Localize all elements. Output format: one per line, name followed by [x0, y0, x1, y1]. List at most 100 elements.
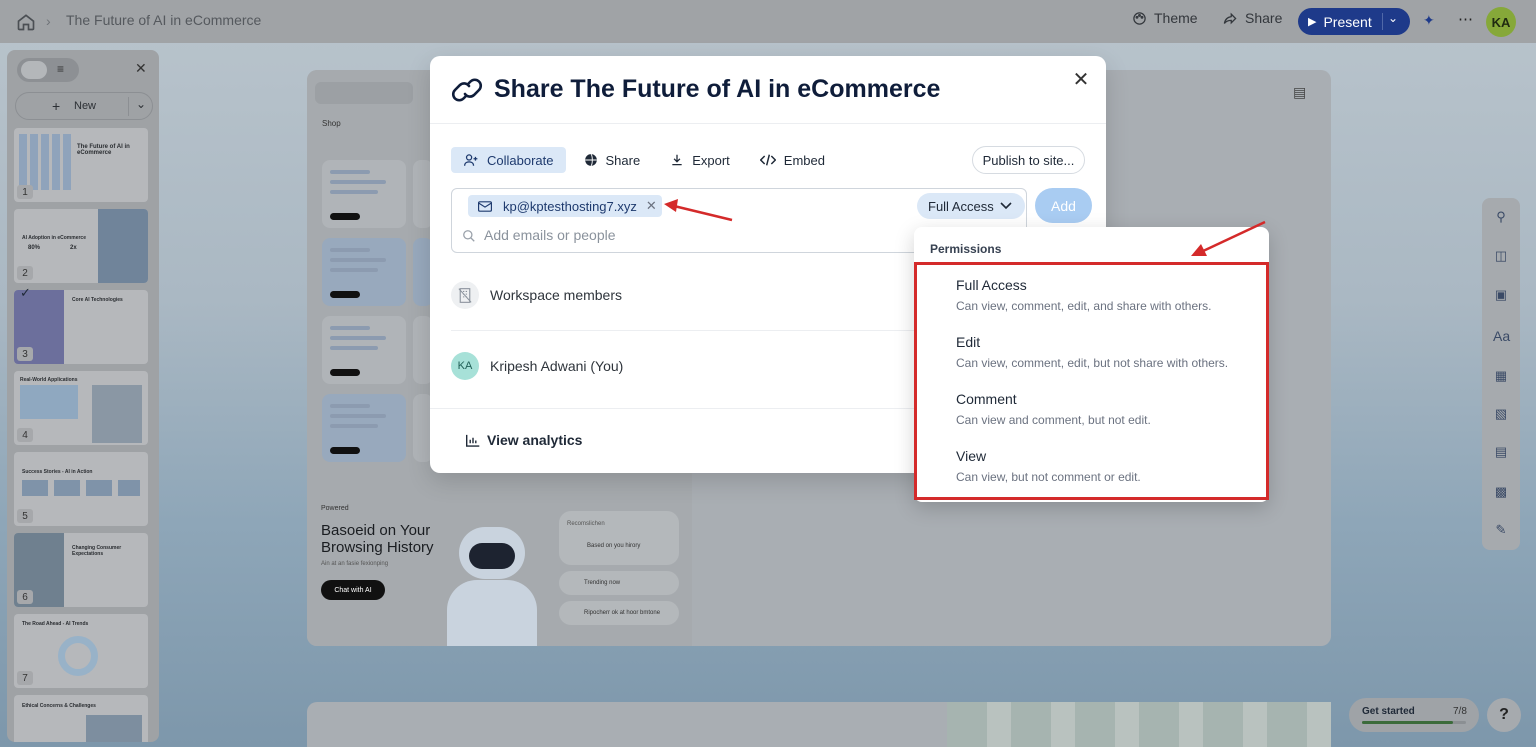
share-button[interactable]: Share	[1222, 10, 1282, 26]
chevron-down-icon[interactable]: ⌄	[1388, 11, 1398, 25]
share-label: Share	[1245, 10, 1283, 26]
view-analytics-link[interactable]: View analytics	[466, 432, 582, 448]
slide-thumbnail[interactable]: Changing Consumer Expectations 6	[14, 533, 148, 607]
present-label: Present	[1323, 13, 1372, 30]
slide-image	[19, 134, 71, 190]
mail-icon	[478, 200, 492, 212]
close-sidebar-icon[interactable]: ✕	[135, 60, 147, 77]
slide-thumbnail[interactable]: Ethical Concerns & Challenges	[14, 695, 148, 742]
chat-label: Chat with AI	[334, 586, 372, 594]
slide-list-block	[20, 385, 78, 419]
globe-icon	[584, 153, 597, 167]
tab-label: Share	[605, 152, 641, 168]
layout-icon[interactable]: ▣	[1493, 287, 1509, 303]
edit-icon[interactable]: ✎	[1493, 522, 1509, 538]
get-started-widget[interactable]: Get started 7/8	[1349, 698, 1479, 732]
code-icon	[759, 154, 776, 166]
slide-toolbar[interactable]	[315, 82, 413, 104]
home-icon[interactable]	[16, 12, 36, 32]
product-card	[322, 160, 406, 228]
theme-button[interactable]: Theme	[1132, 10, 1198, 26]
chart-icon[interactable]: ▩	[1493, 484, 1509, 500]
slide-thumbnail[interactable]: Success Stories - AI in Action 5	[14, 452, 148, 526]
help-button[interactable]: ?	[1487, 698, 1521, 732]
sparkle-icon[interactable]: ✦	[1423, 12, 1435, 29]
tab-share[interactable]: Share	[572, 147, 653, 173]
modal-title: Share The Future of AI in eCommerce	[494, 75, 941, 103]
analytics-label: View analytics	[487, 432, 583, 448]
permission-select[interactable]: Full Access	[917, 193, 1025, 219]
slide-thumbnail[interactable]: AI Adoption in eCommerce 80% 2x 2	[14, 209, 148, 283]
text-icon[interactable]: Aa	[1493, 328, 1510, 344]
tab-label: Export	[692, 152, 730, 168]
modal-header: Share The Future of AI in eCommerce ✕	[430, 56, 1106, 124]
plus-icon: +	[52, 98, 61, 114]
slide-thumbnail[interactable]: Core AI Technologies 3	[14, 290, 148, 364]
member-row[interactable]: Workspace members	[451, 265, 971, 325]
slide-thumbnail[interactable]: Real-World Applications 4	[14, 371, 148, 445]
new-divider	[128, 97, 129, 116]
user-avatar[interactable]: KA	[1486, 7, 1516, 37]
slide-image	[86, 715, 142, 742]
divider	[430, 408, 920, 409]
publish-to-site-button[interactable]: Publish to site...	[972, 146, 1085, 174]
slide-number: 6	[17, 590, 33, 604]
slide-heading: Basoeid on Your Browsing History	[321, 522, 434, 556]
option-description: Can view, but not comment or edit.	[956, 470, 1141, 484]
embed-card-icon[interactable]: ▤	[1493, 444, 1509, 460]
play-icon: ▶	[1308, 16, 1317, 28]
option-name: View	[956, 448, 987, 464]
remove-chip-icon[interactable]: ✕	[646, 198, 657, 214]
slide-number: 5	[17, 509, 33, 523]
tab-collaborate[interactable]: Collaborate	[451, 147, 566, 173]
new-slide-button[interactable]: + New ⌄	[15, 92, 153, 120]
breadcrumb-separator-icon: ›	[46, 13, 51, 29]
download-icon	[672, 154, 682, 166]
close-icon[interactable]: ✕	[1070, 68, 1092, 91]
notes-icon[interactable]: ▤	[1293, 84, 1306, 101]
robot-face	[469, 543, 515, 569]
slide-title: Core AI Technologies	[72, 297, 123, 303]
present-button[interactable]: ▶ Present ⌄	[1298, 8, 1410, 35]
chevron-down-icon[interactable]: ⌄	[136, 97, 146, 111]
member-avatar: KA	[451, 352, 479, 380]
search-icon	[463, 230, 475, 242]
slide-thumbnail[interactable]: The Road Ahead - AI Trends 7	[14, 614, 148, 688]
image-icon[interactable]: ▦	[1493, 368, 1509, 384]
slide-title: AI Adoption in eCommerce	[22, 235, 86, 241]
list-view-icon[interactable]: ≡	[57, 62, 64, 76]
member-name: Workspace members	[490, 287, 623, 303]
slide-image	[92, 385, 142, 443]
permission-option-view[interactable]: View Can view, but not comment or edit.	[956, 448, 1256, 484]
more-options-icon[interactable]: ⋯	[1458, 10, 1473, 28]
email-chip[interactable]: kp@kptesthosting7.xyz ✕	[468, 195, 662, 217]
doc-title[interactable]: The Future of AI in eCommerce	[66, 12, 261, 28]
slide-thumbnail[interactable]: The Future of AI in eCommerce 1	[14, 128, 148, 202]
search-icon[interactable]: ⚲	[1493, 209, 1509, 225]
permission-option-edit[interactable]: Edit Can view, comment, edit, but not sh…	[956, 334, 1256, 370]
member-row[interactable]: KA Kripesh Adwani (You)	[451, 336, 971, 396]
permission-option-comment[interactable]: Comment Can view and comment, but not ed…	[956, 391, 1256, 427]
video-icon[interactable]: ▧	[1493, 406, 1509, 422]
add-button[interactable]: Add	[1035, 188, 1092, 223]
share-icon	[1223, 12, 1237, 24]
view-toggle[interactable]: ≡	[17, 58, 79, 82]
add-people-placeholder[interactable]: Add emails or people	[484, 227, 616, 243]
option-description: Can view, comment, edit, and share with …	[956, 299, 1212, 313]
slide-number: 2	[17, 266, 33, 280]
tab-export[interactable]: Export	[658, 147, 742, 173]
slide-title: Ethical Concerns & Challenges	[22, 703, 96, 709]
chat-with-ai-button[interactable]: Chat with AI	[321, 580, 385, 600]
permissions-header: Permissions	[930, 242, 1002, 256]
grid-view-icon[interactable]	[21, 61, 47, 79]
get-started-label: Get started	[1362, 706, 1415, 717]
share-tabs: Collaborate Share Export Embed	[451, 147, 843, 173]
next-slide-canvas[interactable]	[307, 702, 1331, 747]
permission-option-full-access[interactable]: Full Access Can view, comment, edit, and…	[956, 277, 1256, 313]
add-card-icon[interactable]: ◫	[1493, 248, 1509, 264]
recommendations-title: Recomslichen	[567, 521, 605, 527]
recommendations-card	[559, 511, 679, 565]
slide-stat: 2x	[70, 245, 77, 251]
slide-title: The Road Ahead - AI Trends	[22, 621, 89, 627]
tab-embed[interactable]: Embed	[748, 147, 837, 173]
